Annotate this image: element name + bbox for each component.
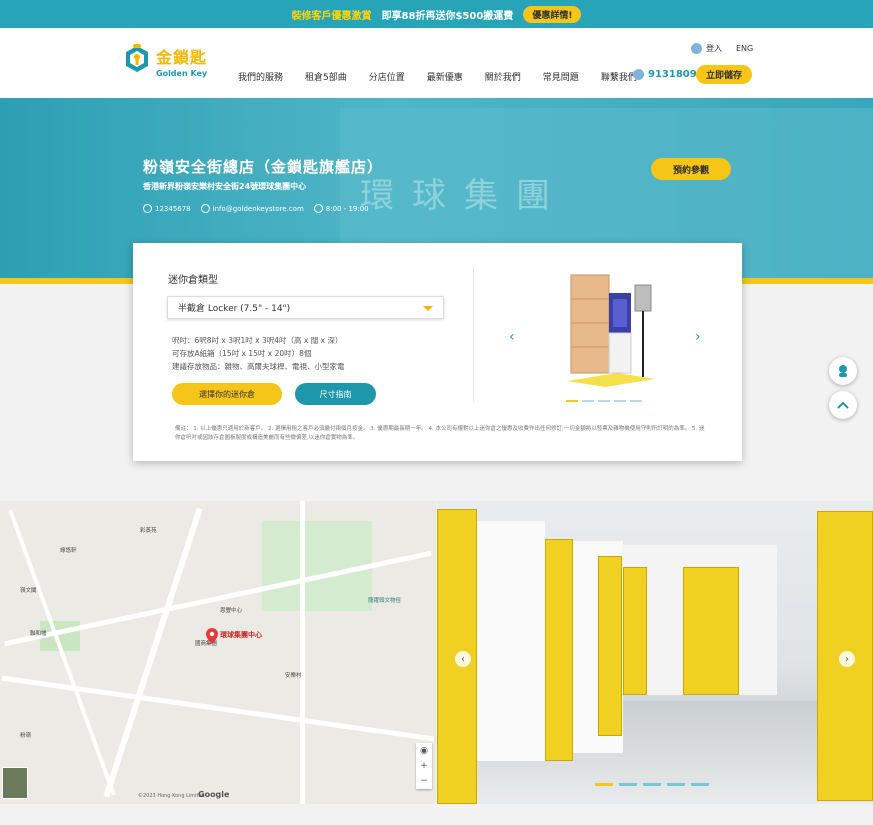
header: 金鎖匙 Golden Key 我們的服務 租倉5部曲 分店位置 最新優惠 關於我… [0,28,873,98]
chevron-left-icon[interactable]: ‹ [509,329,515,345]
map-label: 龍躍頭文物徑 [368,598,402,604]
chevron-left-icon[interactable]: ‹ [455,651,471,667]
store-phone[interactable]: 12345678 [143,204,191,213]
carousel-dot[interactable] [630,400,642,402]
promo-details-button[interactable]: 優惠詳情! [523,5,582,23]
locker-type-value: 半截倉 Locker (7.5" - 14") [178,304,291,314]
product-carousel-dots [566,400,642,402]
brand-name-en: Golden Key [156,69,208,78]
map-pin-icon[interactable] [206,628,218,644]
clock-icon [313,204,323,213]
map-road [300,501,305,804]
chevron-down-icon [423,306,433,311]
phone-agent-icon [633,69,644,80]
map-pin-label: 環球集團中心 [220,631,262,639]
map-label: 粉嶺 [20,733,32,739]
map-label: 恩豐中心 [220,608,243,614]
nav-locations[interactable]: 分店位置 [369,70,405,83]
store-hours-text: 8:00 - 19:00 [325,204,369,213]
map-label: 綠悠軒 [60,548,77,554]
zoom-in-icon[interactable]: + [420,761,428,771]
locker-specs: 呎吋：6呎8吋 x 3呎1吋 x 3呎4吋（高 x 闊 x 深） 可存放A紙箱（… [172,334,345,373]
main-nav: 我們的服務 租倉5部曲 分店位置 最新優惠 關於我們 常見問題 聯繫我們 [238,70,637,83]
carousel-dot[interactable] [691,783,709,786]
carousel-dot[interactable] [619,783,637,786]
map-label: 彩蒸苑 [140,528,157,534]
book-visit-button[interactable]: 預約參觀 [651,158,731,180]
nav-contact[interactable]: 聯繫我們 [601,70,637,83]
map-road [1,675,435,742]
login-link[interactable]: 登入 [691,43,722,54]
brand-logo[interactable]: 金鎖匙 Golden Key [124,44,207,78]
store-map[interactable]: 安樂村 彩蒸苑 綠悠軒 嶺文閣 國商集團 恩豐中心 聯和墟 粉嶺 龍躍頭文物徑 … [0,501,436,804]
store-email[interactable]: info@goldenkeystore.com [200,204,304,213]
login-label: 登入 [706,44,722,53]
locker-type-select[interactable]: 半截倉 Locker (7.5" - 14") [167,296,444,319]
page-bottom-strip [0,804,873,825]
store-contacts: 12345678 info@goldenkeystore.com 8:00 - … [143,204,369,213]
promo-bar: 裝修客戶優惠激賞 即享88折再送你$500搬運費 優惠詳情! [0,0,873,28]
card-divider [473,267,474,402]
locker-product-image [567,274,655,387]
photo-locker-door [683,567,739,695]
carousel-dot[interactable] [614,400,626,402]
carousel-dot[interactable] [598,400,610,402]
map-zoom-control: ◉ + − [416,743,432,789]
key-lock-icon [126,44,148,72]
nav-steps[interactable]: 租倉5部曲 [305,70,347,83]
photo-wall [477,521,545,761]
map-label: 聯和墟 [30,631,47,637]
map-copyright: ©2023 Hong Kong Limited [138,793,205,799]
zoom-out-icon[interactable]: − [420,776,428,786]
map-label: 安樂村 [285,673,302,679]
spec-suggested-items: 建議存放物品：雜物、高爾夫球桿、電視、小型家電 [172,362,345,371]
photo-carousel-dots [595,783,709,786]
street-view-icon[interactable]: ◉ [420,746,428,756]
terms-note: 備註： 1. 以上優惠只適用於新客戶。 2. 選擇用租之客戶必須繳付兩個月按金。… [175,426,705,441]
chevron-right-icon[interactable]: › [695,329,701,345]
storage-photo: ‹ › [437,501,873,804]
mail-icon [200,204,210,213]
phone-icon [143,204,152,213]
building-sign: 環球集團 [360,176,568,216]
carousel-dot[interactable] [667,783,685,786]
map-road [103,507,203,798]
google-logo: Google [198,790,230,799]
choose-locker-button[interactable]: 選擇你的迷你倉 [172,383,282,405]
brand-name-zh: 金鎖匙 [156,48,208,67]
carousel-dot[interactable] [582,400,594,402]
locker-type-title: 迷你倉類型 [168,275,218,286]
nav-services[interactable]: 我們的服務 [238,70,283,83]
chat-agent-icon[interactable] [829,357,857,385]
photo-locker-door [623,567,647,695]
map-label: 嶺文閣 [20,588,37,594]
user-icon [691,43,702,54]
photo-locker-door [545,539,573,761]
store-phone-text: 12345678 [155,204,191,213]
language-switch[interactable]: ENG [736,44,753,53]
spec-dimensions: 呎吋：6呎8吋 x 3呎1吋 x 3呎4吋（高 x 闊 x 深） [172,336,343,345]
satellite-toggle[interactable] [2,767,28,799]
promo-main: 即享88折再送你$500搬運費 [381,10,514,22]
nav-faq[interactable]: 常見問題 [543,70,579,83]
store-address: 香港新界粉嶺安樂村安全街24號環球集團中心 [143,182,307,191]
spec-capacity: 可存放A紙箱（15吋 x 15吋 x 20吋）8個 [172,349,312,358]
store-now-button[interactable]: 立即儲存 [696,65,752,84]
chevron-right-icon[interactable]: › [839,651,855,667]
size-guide-button[interactable]: 尺寸指南 [295,383,376,405]
carousel-dot[interactable] [595,783,613,786]
nav-about[interactable]: 關於我們 [485,70,521,83]
carousel-dot[interactable] [566,400,578,402]
store-email-text: info@goldenkeystore.com [212,204,304,213]
store-title: 粉嶺安全街總店（金鎖匙旗艦店） [143,158,384,176]
carousel-dot[interactable] [643,783,661,786]
phone-link[interactable]: 91318093 [633,69,704,80]
store-hours: 8:00 - 19:00 [313,204,369,213]
locker-type-card: 迷你倉類型 半截倉 Locker (7.5" - 14") 呎吋：6呎8吋 x … [133,243,742,461]
chevron-up-icon[interactable] [829,391,857,419]
photo-locker-door [598,556,622,736]
promo-prefix: 裝修客戶優惠激賞 [291,10,372,22]
nav-offers[interactable]: 最新優惠 [427,70,463,83]
